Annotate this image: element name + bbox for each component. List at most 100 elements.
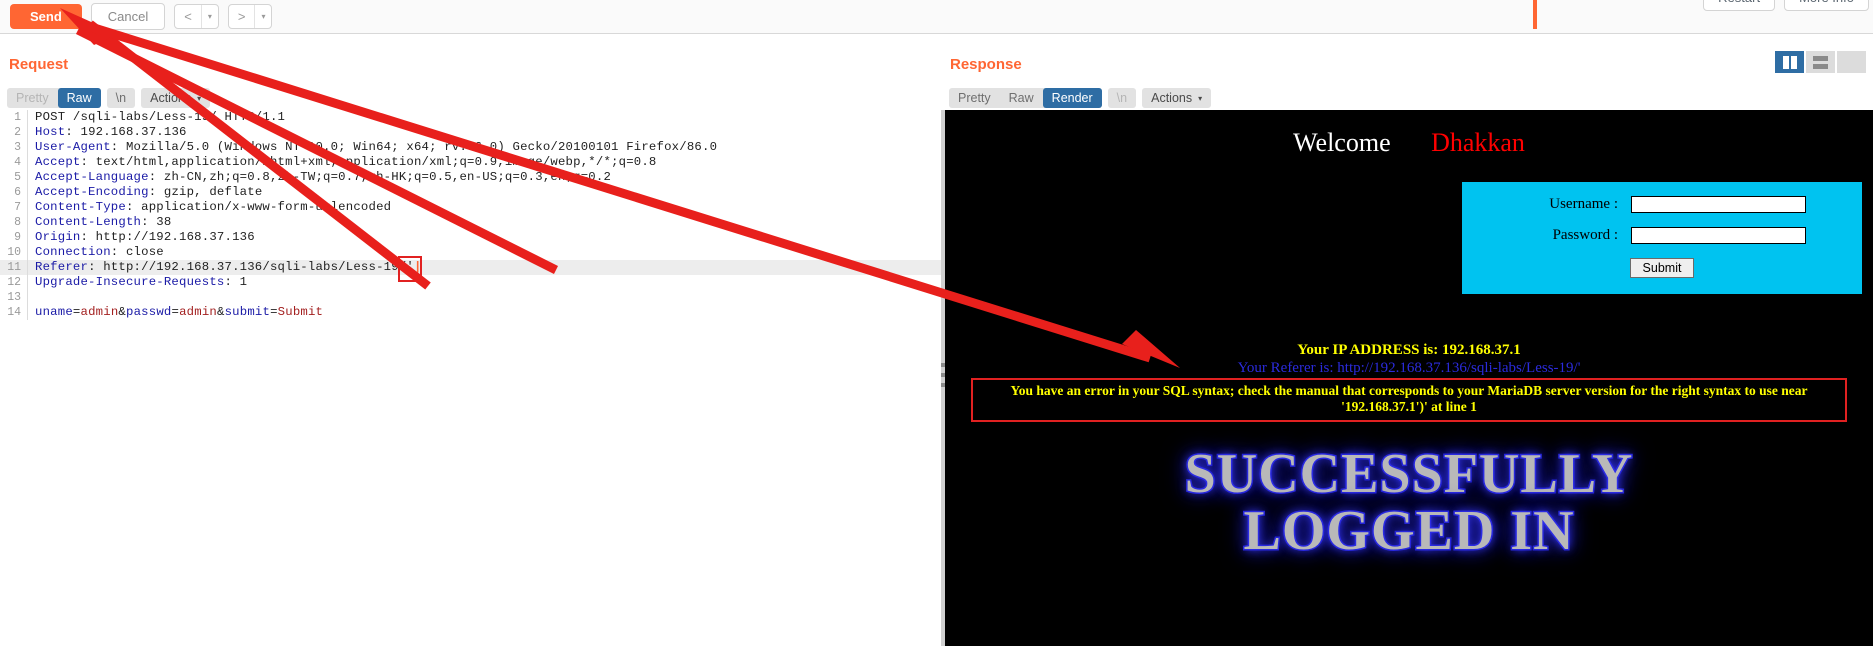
chevron-down-icon: ▾ xyxy=(1198,93,1203,103)
submit-row: Submit xyxy=(1462,258,1862,278)
cancel-button[interactable]: Cancel xyxy=(90,3,166,30)
request-panel-title: Request xyxy=(9,56,69,73)
success-banner: SUCCESSFULLY LOGGED IN xyxy=(945,443,1873,563)
back-nav-button[interactable]: < ▾ xyxy=(174,4,219,29)
request-line[interactable]: 8 Content-Length: 38 xyxy=(0,215,941,230)
request-view-tabs: Pretty Raw xyxy=(7,88,101,108)
forward-nav-button[interactable]: > ▾ xyxy=(227,4,273,29)
line-text: Upgrade-Insecure-Requests: 1 xyxy=(35,275,248,289)
request-line[interactable]: 12 Upgrade-Insecure-Requests: 1 xyxy=(0,275,941,290)
line-number: 11 xyxy=(0,260,28,275)
request-actions-button[interactable]: Actions ▾ xyxy=(141,88,211,108)
request-raw-editor[interactable]: 1 POST /sqli-labs/Less-19/ HTTP/1.1 2 Host:… xyxy=(0,110,941,646)
response-view-tabs: Pretty Raw Render xyxy=(949,88,1102,108)
line-number: 4 xyxy=(0,155,28,170)
request-line[interactable]: 4 Accept: text/html,application/xhtml+xml… xyxy=(0,155,941,170)
submit-button[interactable]: Submit xyxy=(1629,258,1695,278)
password-input[interactable] xyxy=(1631,227,1806,244)
referer-line: Your Referer is: http://192.168.37.136/s… xyxy=(1237,360,1581,376)
orange-accent-bar xyxy=(1533,0,1537,29)
request-line[interactable]: 13 xyxy=(0,290,941,305)
request-line[interactable]: 14 uname=admin&passwd=admin&submit=Submit xyxy=(0,305,941,320)
request-actions-label: Actions xyxy=(150,91,192,105)
response-actions-label: Actions xyxy=(1151,91,1193,105)
response-panel-title: Response xyxy=(950,56,1022,73)
tab-response-pretty[interactable]: Pretty xyxy=(949,88,1000,108)
burp-repeater-window: Send Cancel < ▾ > ▾ Restart More Info Re… xyxy=(0,0,1873,646)
line-text: Host: 192.168.37.136 xyxy=(35,125,187,139)
line-text: Content-Type: application/x-www-form-url… xyxy=(35,200,392,214)
request-tabbar: Pretty Raw \n Actions ▾ xyxy=(7,87,211,109)
request-line[interactable]: 6 Accept-Encoding: gzip, deflate xyxy=(0,185,941,200)
request-line[interactable]: 9 Origin: http://192.168.37.136 xyxy=(0,230,941,245)
welcome-label: Welcome xyxy=(1293,128,1391,157)
tab-request-raw[interactable]: Raw xyxy=(57,88,101,108)
request-line[interactable]: 1 POST /sqli-labs/Less-19/ HTTP/1.1 xyxy=(0,110,941,125)
request-line[interactable]: 3 User-Agent: Mozilla/5.0 (Windows NT 10.… xyxy=(0,140,941,155)
line-number: 12 xyxy=(0,275,28,290)
toolbar-right-group: Restart More Info xyxy=(1694,0,1869,11)
line-number: 13 xyxy=(0,290,28,305)
line-number: 2 xyxy=(0,125,28,140)
line-number: 9 xyxy=(0,230,28,245)
line-number: 5 xyxy=(0,170,28,185)
chevron-down-icon: ▾ xyxy=(197,93,202,103)
response-tabbar: Pretty Raw Render \n Actions ▾ xyxy=(949,87,1212,109)
request-line[interactable]: 10 Connection: close xyxy=(0,245,941,260)
request-line[interactable]: 11 Referer: http://192.168.37.136/sqli-la… xyxy=(0,260,941,275)
line-number: 8 xyxy=(0,215,28,230)
sql-error-message: You have an error in your SQL syntax; ch… xyxy=(971,378,1847,422)
username-label: Username : xyxy=(1549,196,1618,212)
single-pane-icon[interactable] xyxy=(1837,51,1866,73)
toolbar-divider xyxy=(0,33,1873,34)
ip-address-line: Your IP ADDRESS is: 192.168.37.1 xyxy=(1297,342,1521,358)
line-number: 7 xyxy=(0,200,28,215)
username-input[interactable] xyxy=(1631,196,1806,213)
line-number: 10 xyxy=(0,245,28,260)
line-text: Accept: text/html,application/xhtml+xml,… xyxy=(35,155,657,169)
split-vertical-icon[interactable] xyxy=(1775,51,1804,73)
line-text: uname=admin&passwd=admin&submit=Submit xyxy=(35,305,324,319)
top-toolbar: Send Cancel < ▾ > ▾ Restart More Info xyxy=(0,0,1873,33)
user-label: Dhakkan xyxy=(1431,128,1525,157)
restart-button[interactable]: Restart xyxy=(1703,0,1776,11)
tab-request-newline[interactable]: \n xyxy=(106,88,136,108)
tab-request-pretty[interactable]: Pretty xyxy=(7,88,58,108)
split-horizontal-icon[interactable] xyxy=(1806,51,1835,73)
request-line[interactable]: 7 Content-Type: application/x-www-form-ur… xyxy=(0,200,941,215)
line-text: Referer: http://192.168.37.136/sqli-labs… xyxy=(35,260,422,274)
login-form: Username : Password : Submit xyxy=(1462,182,1862,294)
line-number: 3 xyxy=(0,140,28,155)
tab-response-render[interactable]: Render xyxy=(1042,88,1102,108)
send-button[interactable]: Send xyxy=(10,4,82,29)
success-line-2: LOGGED IN xyxy=(1242,500,1575,563)
line-text: Accept-Language: zh-CN,zh;q=0.8,zh-TW;q=… xyxy=(35,170,612,184)
forward-nav-caret-icon[interactable]: ▾ xyxy=(254,5,271,28)
tab-response-newline[interactable]: \n xyxy=(1107,88,1137,108)
password-row: Password : xyxy=(1462,227,1862,244)
line-text: Accept-Encoding: gzip, deflate xyxy=(35,185,263,199)
line-number: 1 xyxy=(0,110,28,125)
response-actions-button[interactable]: Actions ▾ xyxy=(1142,88,1212,108)
more-info-button[interactable]: More Info xyxy=(1784,0,1869,11)
success-line-1: SUCCESSFULLY xyxy=(1183,443,1634,505)
chevron-left-icon[interactable]: < xyxy=(175,5,201,28)
line-text: POST /sqli-labs/Less-19/ HTTP/1.1 xyxy=(35,110,286,124)
username-row: Username : xyxy=(1462,196,1862,213)
layout-toggle-group xyxy=(1773,51,1866,73)
line-text: Origin: http://192.168.37.136 xyxy=(35,230,255,244)
line-text: Content-Length: 38 xyxy=(35,215,172,229)
line-text xyxy=(28,290,43,305)
request-line[interactable]: 5 Accept-Language: zh-CN,zh;q=0.8,zh-TW;q… xyxy=(0,170,941,185)
line-text: User-Agent: Mozilla/5.0 (Windows NT 10.0… xyxy=(35,140,718,154)
line-text: Connection: close xyxy=(35,245,164,259)
line-number: 6 xyxy=(0,185,28,200)
line-number: 14 xyxy=(0,305,28,320)
password-label: Password : xyxy=(1552,227,1618,243)
chevron-right-icon[interactable]: > xyxy=(229,5,255,28)
back-nav-caret-icon[interactable]: ▾ xyxy=(200,5,218,28)
response-render-frame: Welcome Dhakkan Username : Password : Su… xyxy=(945,110,1873,646)
tab-response-raw[interactable]: Raw xyxy=(1000,88,1043,108)
request-line[interactable]: 2 Host: 192.168.37.136 xyxy=(0,125,941,140)
welcome-row: Welcome Dhakkan xyxy=(945,128,1873,158)
